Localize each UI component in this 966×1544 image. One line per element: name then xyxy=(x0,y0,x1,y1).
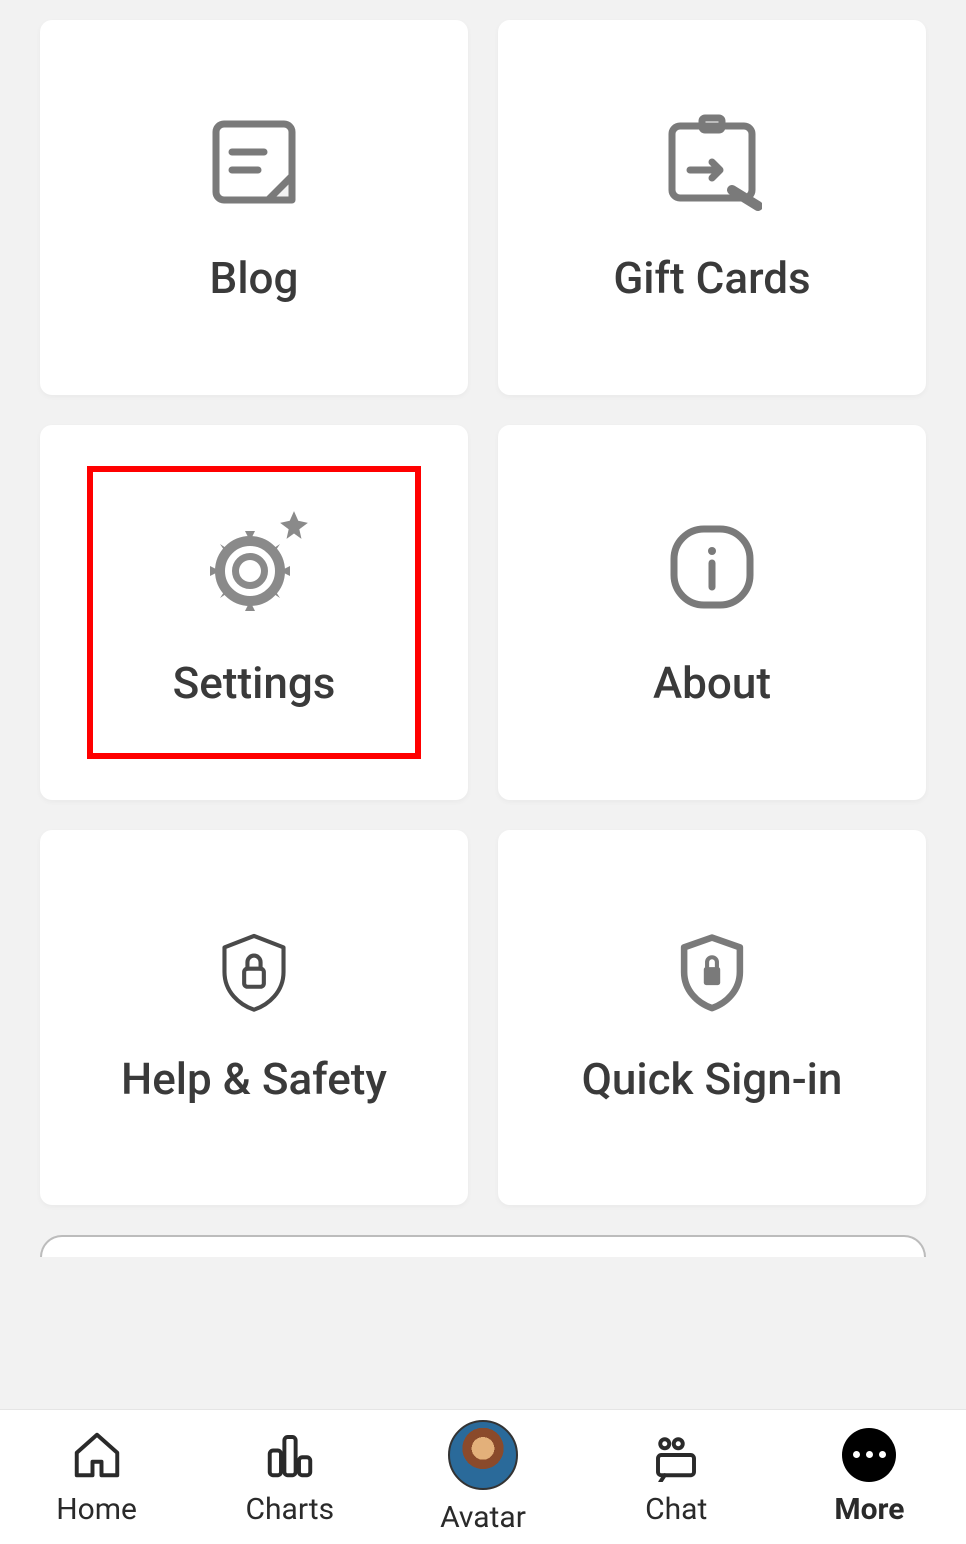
tile-about[interactable]: About xyxy=(498,425,926,800)
gear-icon xyxy=(204,517,304,617)
tile-blog[interactable]: Blog xyxy=(40,20,468,395)
info-icon xyxy=(662,517,762,617)
nav-more[interactable]: More xyxy=(773,1428,966,1527)
tile-label: Settings xyxy=(173,657,336,709)
nav-label: More xyxy=(834,1492,904,1527)
tile-gift-cards[interactable]: Gift Cards xyxy=(498,20,926,395)
tile-label: Quick Sign-in xyxy=(582,1053,843,1105)
nav-charts[interactable]: Charts xyxy=(193,1428,386,1527)
nav-avatar[interactable]: Avatar xyxy=(386,1420,579,1535)
tile-quick-sign-in[interactable]: Quick Sign-in xyxy=(498,830,926,1205)
nav-label: Home xyxy=(56,1492,137,1527)
tile-label: Gift Cards xyxy=(613,252,810,304)
menu-grid: Blog Gift Cards xyxy=(40,20,926,1205)
gift-card-icon xyxy=(662,112,762,212)
tile-label: Help & Safety xyxy=(121,1053,387,1105)
tile-label: About xyxy=(653,657,771,709)
partial-card[interactable] xyxy=(40,1235,926,1257)
nav-chat[interactable]: Chat xyxy=(580,1428,773,1527)
nav-label: Charts xyxy=(246,1492,335,1527)
nav-home[interactable]: Home xyxy=(0,1428,193,1527)
chat-icon xyxy=(649,1428,703,1482)
shield-lock-filled-icon xyxy=(671,931,753,1013)
shield-lock-outline-icon xyxy=(213,931,295,1013)
blog-icon xyxy=(204,112,304,212)
avatar-image xyxy=(448,1420,518,1490)
bottom-nav: Home Charts Avatar Chat xyxy=(0,1409,966,1544)
nav-label: Chat xyxy=(645,1492,707,1527)
home-icon xyxy=(70,1428,124,1482)
tile-label: Blog xyxy=(210,252,299,304)
tile-settings[interactable]: Settings xyxy=(40,425,468,800)
more-icon xyxy=(842,1428,896,1482)
more-menu-content: Blog Gift Cards xyxy=(0,0,966,1409)
charts-icon xyxy=(263,1428,317,1482)
nav-label: Avatar xyxy=(440,1500,526,1535)
tile-help-safety[interactable]: Help & Safety xyxy=(40,830,468,1205)
